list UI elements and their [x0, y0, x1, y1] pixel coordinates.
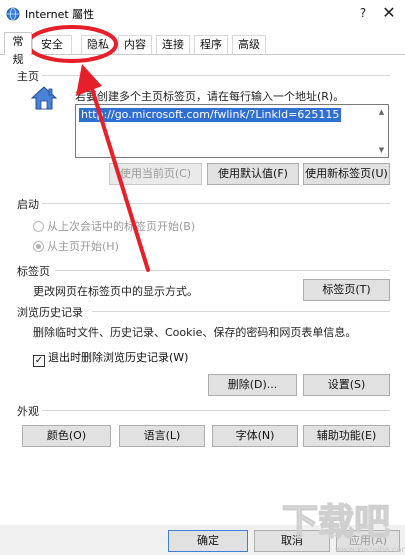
scrollbar-track[interactable]	[376, 118, 387, 146]
help-button[interactable]: ?	[353, 3, 373, 23]
history-description: 删除临时文件、历史记录、Cookie、保存的密码和网页表单信息。	[33, 326, 357, 339]
section-divider	[42, 203, 390, 204]
globe-icon	[6, 7, 20, 21]
title-bar: Internet 屬性 ? ✕	[0, 0, 405, 27]
watermark-url: www.xiazaiba.com	[335, 545, 405, 554]
radio-button-selected[interactable]	[33, 241, 44, 252]
home-description: 若要创建多个主页标签页，请在每行输入一个地址(R)。	[75, 90, 345, 103]
tab-privacy[interactable]: 隐私	[81, 35, 115, 54]
home-section-label: 主页	[17, 70, 39, 83]
home-url-textbox[interactable]: http://go.microsoft.com/fwlink/?LinkId=6…	[75, 104, 389, 158]
tabs-settings-button[interactable]: 标签页(T)	[303, 279, 390, 301]
history-settings-button[interactable]: 设置(S)	[303, 374, 390, 396]
appearance-section-label: 外观	[17, 405, 39, 418]
internet-options-dialog: Internet 屬性 ? ✕ 常规 安全 隐私 内容 连接 程序 高级 主页 …	[0, 0, 405, 555]
section-divider	[55, 270, 390, 271]
section-divider	[42, 75, 390, 76]
history-section-label: 浏览历史记录	[17, 306, 83, 319]
tabs-description: 更改网页在标签页中的显示方式。	[33, 285, 198, 298]
ok-button[interactable]: 确定	[168, 530, 248, 552]
delete-on-exit-checkbox-row[interactable]: ✓ 退出时删除浏览历史记录(W)	[33, 349, 188, 367]
tab-content[interactable]: 内容	[118, 35, 152, 54]
tab-connections[interactable]: 连接	[156, 35, 190, 54]
home-url-value: http://go.microsoft.com/fwlink/?LinkId=6…	[79, 108, 342, 122]
startup-option-last-session[interactable]: 从上次会话中的标签页开始(B)	[33, 218, 195, 234]
watermark-logo: 下载吧	[281, 501, 390, 543]
use-default-button[interactable]: 使用默认值(F)	[207, 163, 299, 185]
tab-general[interactable]: 常规	[4, 32, 32, 66]
use-new-tab-button[interactable]: 使用新标签页(U)	[303, 163, 390, 185]
tab-strip: 常规 安全 隐私 内容 连接 程序 高级	[0, 31, 405, 66]
scroll-down-icon[interactable]: ▼	[376, 145, 387, 155]
house-icon	[30, 86, 58, 110]
accessibility-button[interactable]: 辅助功能(E)	[303, 425, 390, 447]
tab-security[interactable]: 安全	[32, 35, 72, 54]
startup-option-label: 从主页开始(H)	[47, 240, 119, 253]
close-button[interactable]: ✕	[378, 3, 400, 23]
radio-button[interactable]	[33, 221, 44, 232]
svg-text:下载吧: 下载吧	[282, 502, 390, 543]
scroll-up-icon[interactable]: ▲	[376, 107, 387, 117]
tabs-section-label: 标签页	[17, 265, 50, 278]
tab-programs[interactable]: 程序	[194, 35, 228, 54]
tab-advanced[interactable]: 高级	[232, 35, 266, 54]
delete-on-exit-label: 退出时删除浏览历史记录(W)	[48, 351, 189, 364]
use-current-button[interactable]: 使用当前页(C)	[109, 163, 202, 185]
languages-button[interactable]: 语言(L)	[119, 425, 205, 447]
section-divider	[42, 410, 390, 411]
window-title: Internet 屬性	[25, 8, 95, 21]
section-divider	[92, 311, 390, 312]
check-icon[interactable]: ✓	[33, 355, 45, 367]
delete-history-button[interactable]: 删除(D)...	[208, 374, 297, 396]
colors-button[interactable]: 颜色(O)	[22, 425, 111, 447]
fonts-button[interactable]: 字体(N)	[212, 425, 298, 447]
startup-option-home-page[interactable]: 从主页开始(H)	[33, 238, 119, 254]
startup-option-label: 从上次会话中的标签页开始(B)	[47, 220, 196, 233]
startup-section-label: 启动	[17, 198, 39, 211]
